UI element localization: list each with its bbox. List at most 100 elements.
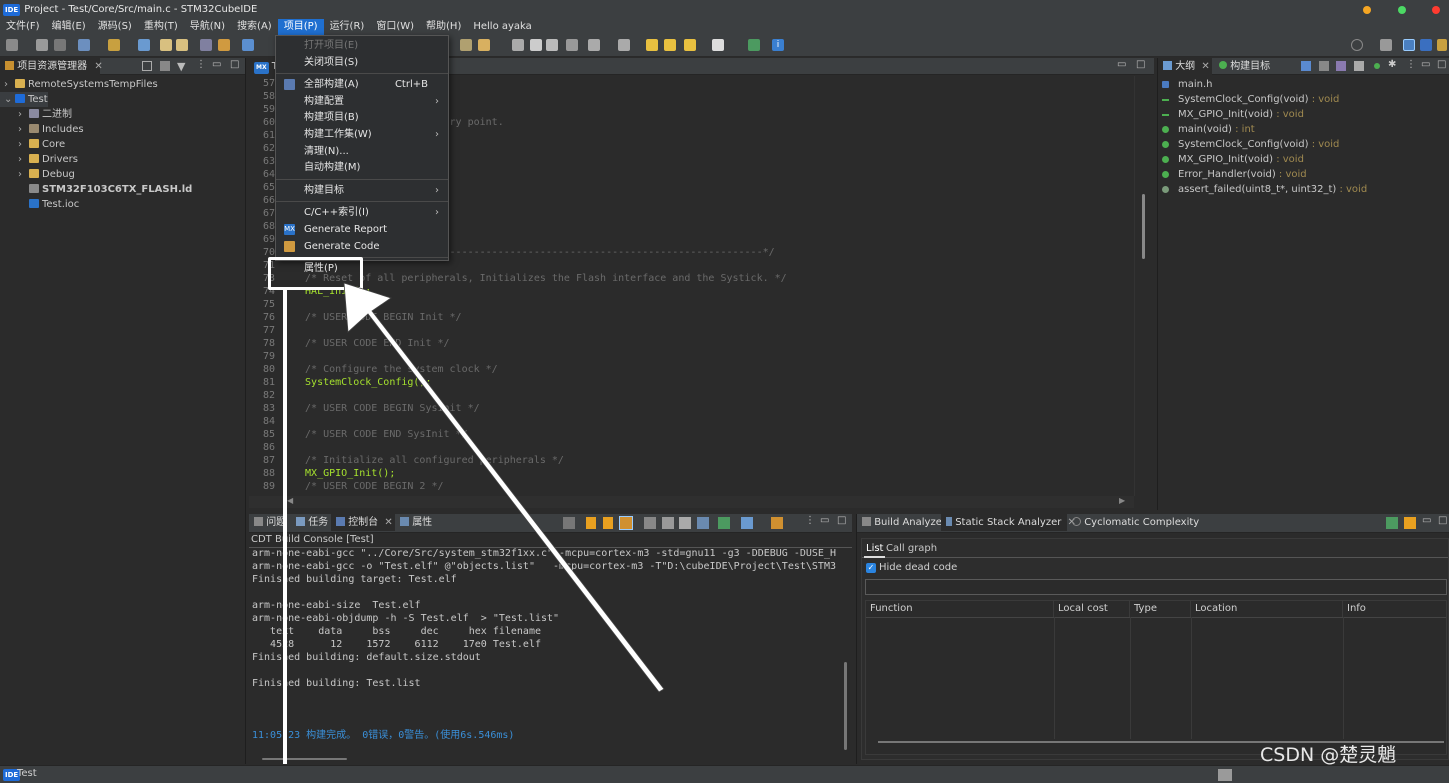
context-menu-item[interactable]: 全部构建(A) Ctrl+B — [276, 76, 448, 93]
menu-item[interactable]: 编辑(E) — [46, 19, 92, 35]
pin-icon[interactable] — [662, 517, 674, 529]
context-menu-item[interactable]: C/C++索引(I) › — [276, 204, 448, 221]
code-line[interactable]: 78 /* USER CODE END Init */ — [249, 337, 450, 350]
outline-maximize-icon[interactable]: □ — [1437, 59, 1446, 70]
context-menu-item[interactable]: 自动构建(M) — [276, 159, 448, 176]
column-header-type[interactable]: Type — [1130, 601, 1191, 617]
tab-build-targets[interactable]: 构建目标 — [1214, 58, 1284, 75]
run-icon[interactable] — [242, 39, 254, 51]
scroll-lock-up-icon[interactable] — [603, 517, 613, 529]
status-tool-icon[interactable] — [1218, 769, 1232, 781]
tree-item[interactable]: ⌄ Test — [0, 92, 48, 107]
tab-main-c[interactable]: MX Te — [249, 58, 282, 75]
hide-fields-icon[interactable] — [1336, 61, 1346, 71]
close-tab-icon[interactable]: ✕ — [384, 517, 392, 528]
menu-item[interactable]: 源码(S) — [92, 19, 138, 35]
scroll-right-icon[interactable]: ▶ — [1119, 496, 1125, 505]
tree-expander-icon[interactable]: › — [4, 77, 14, 92]
tree-item[interactable]: › Includes — [0, 122, 84, 137]
search-toolbar-icon[interactable] — [200, 39, 212, 51]
next-annotation-icon[interactable] — [618, 39, 630, 51]
close-button[interactable] — [1432, 6, 1440, 14]
tree-expander-icon[interactable]: ⌄ — [4, 92, 14, 107]
tree-item[interactable]: › Debug — [0, 167, 75, 182]
tree-item[interactable]: › Drivers — [0, 152, 78, 167]
code-line[interactable]: 82 — [249, 389, 293, 402]
code-line[interactable]: 76 /* USER CODE BEGIN Init */ — [249, 311, 462, 324]
group-includes-icon[interactable]: ✱ — [1388, 59, 1396, 70]
tab-static-stack-analyzer[interactable]: Static Stack Analyzer ✕ — [941, 514, 1076, 531]
back-icon[interactable] — [646, 39, 658, 51]
tree-expander-icon[interactable]: › — [18, 107, 28, 122]
tree-item[interactable]: STM32F103C6TX_FLASH.ld — [0, 182, 192, 197]
tab-console[interactable]: 控制台 ✕ — [331, 514, 395, 531]
new-icon[interactable] — [6, 39, 18, 51]
context-menu-item[interactable]: 清理(N)... — [276, 143, 448, 160]
editor-maximize-icon[interactable]: □ — [1136, 59, 1145, 70]
outline-item[interactable]: SystemClock_Config(void) : void — [1162, 137, 1339, 152]
code-line[interactable]: 80 /* Configure the system clock */ — [249, 363, 498, 376]
code-line[interactable]: 84 — [249, 415, 293, 428]
subtab-call-graph[interactable]: Call graph — [886, 542, 937, 556]
tree-expander-icon[interactable]: › — [18, 152, 28, 167]
clear-console-icon[interactable] — [563, 517, 575, 529]
outline-item[interactable]: main(void) : int — [1162, 122, 1255, 137]
monitor-icon[interactable] — [748, 39, 760, 51]
outline-item[interactable]: MX_GPIO_Init(void) : void — [1162, 107, 1304, 122]
build-hammer-icon[interactable] — [108, 39, 120, 51]
context-menu-item[interactable]: Generate Code — [276, 238, 448, 255]
tree-item[interactable]: › 二进制 — [0, 107, 72, 122]
word-wrap-icon[interactable] — [619, 516, 633, 530]
forward-icon[interactable] — [664, 39, 676, 51]
annotation-icon[interactable] — [588, 39, 600, 51]
editor-minimize-icon[interactable]: ▭ — [1117, 59, 1126, 70]
undo-icon[interactable] — [160, 39, 172, 51]
refresh-icon[interactable] — [1404, 517, 1416, 529]
maximize-button[interactable] — [1398, 6, 1406, 14]
subtab-list[interactable]: List — [864, 542, 886, 558]
outline-item[interactable]: SystemClock_Config(void) : void — [1162, 92, 1339, 107]
code-line[interactable]: 77 — [249, 324, 293, 337]
outline-item[interactable]: Error_Handler(void) : void — [1162, 167, 1307, 182]
tab-build-analyzer[interactable]: Build Analyzer — [857, 514, 946, 531]
console-maximize-icon[interactable]: □ — [837, 515, 846, 526]
mx-perspective-icon[interactable] — [1437, 39, 1447, 51]
open-file-icon[interactable] — [679, 517, 691, 529]
vertical-scrollbar[interactable] — [1134, 76, 1154, 496]
tree-item[interactable]: › RemoteSystemsTempFiles — [0, 77, 158, 92]
tab-tasks[interactable]: 任务 — [291, 514, 331, 531]
code-line[interactable]: 85 /* USER CODE END SysInit */ — [249, 428, 468, 441]
sort-icon[interactable] — [1319, 61, 1329, 71]
tree-expander-icon[interactable]: › — [18, 137, 28, 152]
maximize-view-icon[interactable]: □ — [230, 59, 239, 70]
analyzer-minimize-icon[interactable]: ▭ — [1422, 515, 1431, 526]
search-icon[interactable] — [1351, 39, 1363, 51]
console-output[interactable]: arm-none-eabi-gcc "../Core/Src/system_st… — [249, 547, 839, 757]
open-perspective-icon[interactable] — [1380, 39, 1392, 51]
scroll-left-icon[interactable]: ◀ — [287, 496, 293, 505]
column-header-function[interactable]: Function — [866, 601, 1054, 617]
open-console-icon[interactable] — [771, 517, 783, 529]
hide-dead-code-checkbox[interactable]: ✓ — [866, 563, 876, 573]
close-tab-icon[interactable]: ✕ — [94, 61, 102, 72]
tree-item[interactable]: › Core — [0, 137, 65, 152]
code-line[interactable]: 87 /* Initialize all configured peripher… — [249, 454, 564, 467]
save-all-icon[interactable] — [54, 39, 66, 51]
tree-expander-icon[interactable]: › — [18, 122, 28, 137]
outline-item[interactable]: main.h — [1162, 77, 1213, 92]
context-menu-item[interactable]: 关闭项目(S) — [276, 54, 448, 71]
code-line[interactable]: 88 MX_GPIO_Init(); — [249, 467, 395, 480]
debug-icon[interactable] — [138, 39, 150, 51]
code-line[interactable]: 79 — [249, 350, 293, 363]
column-header-location[interactable]: Location — [1191, 601, 1343, 617]
outline-item[interactable]: assert_failed(uint8_t*, uint32_t) : void — [1162, 182, 1367, 197]
console-minimize-icon[interactable]: ▭ — [820, 515, 829, 526]
column-header-local-cost[interactable]: Local cost — [1054, 601, 1130, 617]
minimize-button[interactable] — [1363, 6, 1371, 14]
scroll-lock-down-icon[interactable] — [586, 517, 596, 529]
outline-item[interactable]: MX_GPIO_Init(void) : void — [1162, 152, 1304, 167]
context-menu-item[interactable]: 构建配置 › — [276, 93, 448, 110]
context-menu-item[interactable]: MX Generate Report — [276, 221, 448, 238]
link-editor-icon[interactable] — [160, 61, 170, 71]
menu-item[interactable]: Hello ayaka — [467, 19, 537, 35]
